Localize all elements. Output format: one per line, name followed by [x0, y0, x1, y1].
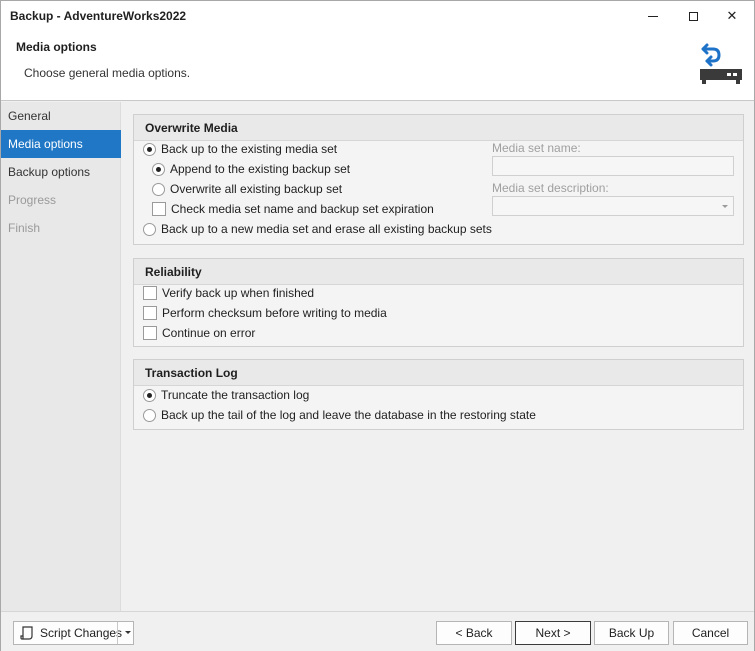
page-subtitle: Choose general media options.: [24, 66, 191, 80]
existing-media-set-radio[interactable]: [143, 142, 156, 156]
script-icon: [20, 626, 33, 640]
next-button[interactable]: Next >: [515, 621, 591, 645]
continue-on-error-checkbox[interactable]: [143, 326, 157, 340]
close-icon: ✕: [726, 8, 738, 23]
overwrite-backup-set-label: Overwrite all existing backup set: [170, 182, 343, 196]
new-media-set-option[interactable]: Back up to a new media set and erase all…: [143, 219, 492, 239]
verify-backup-checkbox[interactable]: [143, 286, 157, 300]
checksum-checkbox[interactable]: [143, 306, 157, 320]
append-backup-set-option[interactable]: Append to the existing backup set: [152, 159, 350, 179]
verify-backup-label: Verify back up when finished: [162, 286, 315, 300]
existing-media-set-option[interactable]: Back up to the existing media set: [143, 139, 337, 159]
wizard-sidebar: General Media options Backup options Pro…: [1, 102, 121, 611]
main-content: Overwrite Media Back up to the existing …: [121, 102, 754, 611]
media-set-description-label: Media set description:: [492, 181, 609, 195]
reliability-group: Reliability Verify back up when finished…: [133, 258, 744, 347]
window-title: Backup - AdventureWorks2022: [10, 9, 187, 23]
check-expiration-label: Check media set name and backup set expi…: [171, 202, 434, 216]
wizard-footer: Script Changes < Back Next > Back Up Can…: [1, 611, 754, 651]
continue-on-error-option[interactable]: Continue on error: [143, 323, 255, 343]
overwrite-media-group: Overwrite Media Back up to the existing …: [133, 114, 744, 245]
group-title: Transaction Log: [134, 360, 743, 386]
chevron-down-icon[interactable]: [125, 631, 131, 634]
check-expiration-checkbox[interactable]: [152, 202, 166, 216]
back-button[interactable]: < Back: [436, 621, 512, 645]
backup-device-icon: [700, 43, 742, 84]
sidebar-item-general[interactable]: General: [1, 102, 121, 130]
truncate-log-radio[interactable]: [143, 388, 156, 402]
truncate-log-option[interactable]: Truncate the transaction log: [143, 385, 309, 405]
sidebar-item-finish: Finish: [8, 221, 41, 235]
sidebar-item-progress: Progress: [8, 193, 57, 207]
split-divider: [117, 622, 118, 644]
new-media-set-radio[interactable]: [143, 222, 156, 236]
maximize-icon: [688, 11, 698, 21]
title-bar: Backup - AdventureWorks2022 ✕: [1, 1, 754, 31]
tail-log-radio[interactable]: [143, 408, 156, 422]
group-title: Reliability: [134, 259, 743, 285]
media-set-name-label: Media set name:: [492, 141, 581, 155]
checksum-label: Perform checksum before writing to media: [162, 306, 387, 320]
media-set-name-input[interactable]: [492, 156, 734, 176]
continue-on-error-label: Continue on error: [162, 326, 256, 340]
truncate-log-label: Truncate the transaction log: [161, 388, 310, 402]
script-changes-button[interactable]: Script Changes: [13, 621, 134, 645]
minimize-icon: [648, 15, 658, 17]
checksum-option[interactable]: Perform checksum before writing to media: [143, 303, 387, 323]
new-media-set-label: Back up to a new media set and erase all…: [161, 222, 492, 236]
check-expiration-option[interactable]: Check media set name and backup set expi…: [152, 199, 434, 219]
overwrite-backup-set-radio[interactable]: [152, 182, 165, 196]
overwrite-backup-set-option[interactable]: Overwrite all existing backup set: [152, 179, 342, 199]
tail-log-label: Back up the tail of the log and leave th…: [161, 408, 536, 422]
sidebar-item-backup-options[interactable]: Backup options: [1, 158, 121, 186]
backup-button[interactable]: Back Up: [594, 621, 669, 645]
verify-backup-option[interactable]: Verify back up when finished: [143, 283, 314, 303]
sidebar-item-media-options[interactable]: Media options: [1, 130, 121, 158]
group-title: Overwrite Media: [134, 115, 743, 141]
page-title: Media options: [16, 40, 97, 54]
cancel-button[interactable]: Cancel: [673, 621, 748, 645]
chevron-down-icon: [722, 205, 728, 208]
existing-media-set-label: Back up to the existing media set: [161, 142, 338, 156]
append-backup-set-radio[interactable]: [152, 162, 165, 176]
transaction-log-group: Transaction Log Truncate the transaction…: [133, 359, 744, 430]
media-set-description-combo[interactable]: [492, 196, 734, 216]
close-button[interactable]: ✕: [709, 1, 755, 31]
page-header: Media options Choose general media optio…: [1, 31, 754, 101]
backup-dialog: Backup - AdventureWorks2022 ✕ Media opti…: [0, 0, 755, 651]
tail-log-option[interactable]: Back up the tail of the log and leave th…: [143, 405, 536, 425]
script-changes-label: Script Changes: [40, 626, 123, 640]
append-backup-set-label: Append to the existing backup set: [170, 162, 351, 176]
